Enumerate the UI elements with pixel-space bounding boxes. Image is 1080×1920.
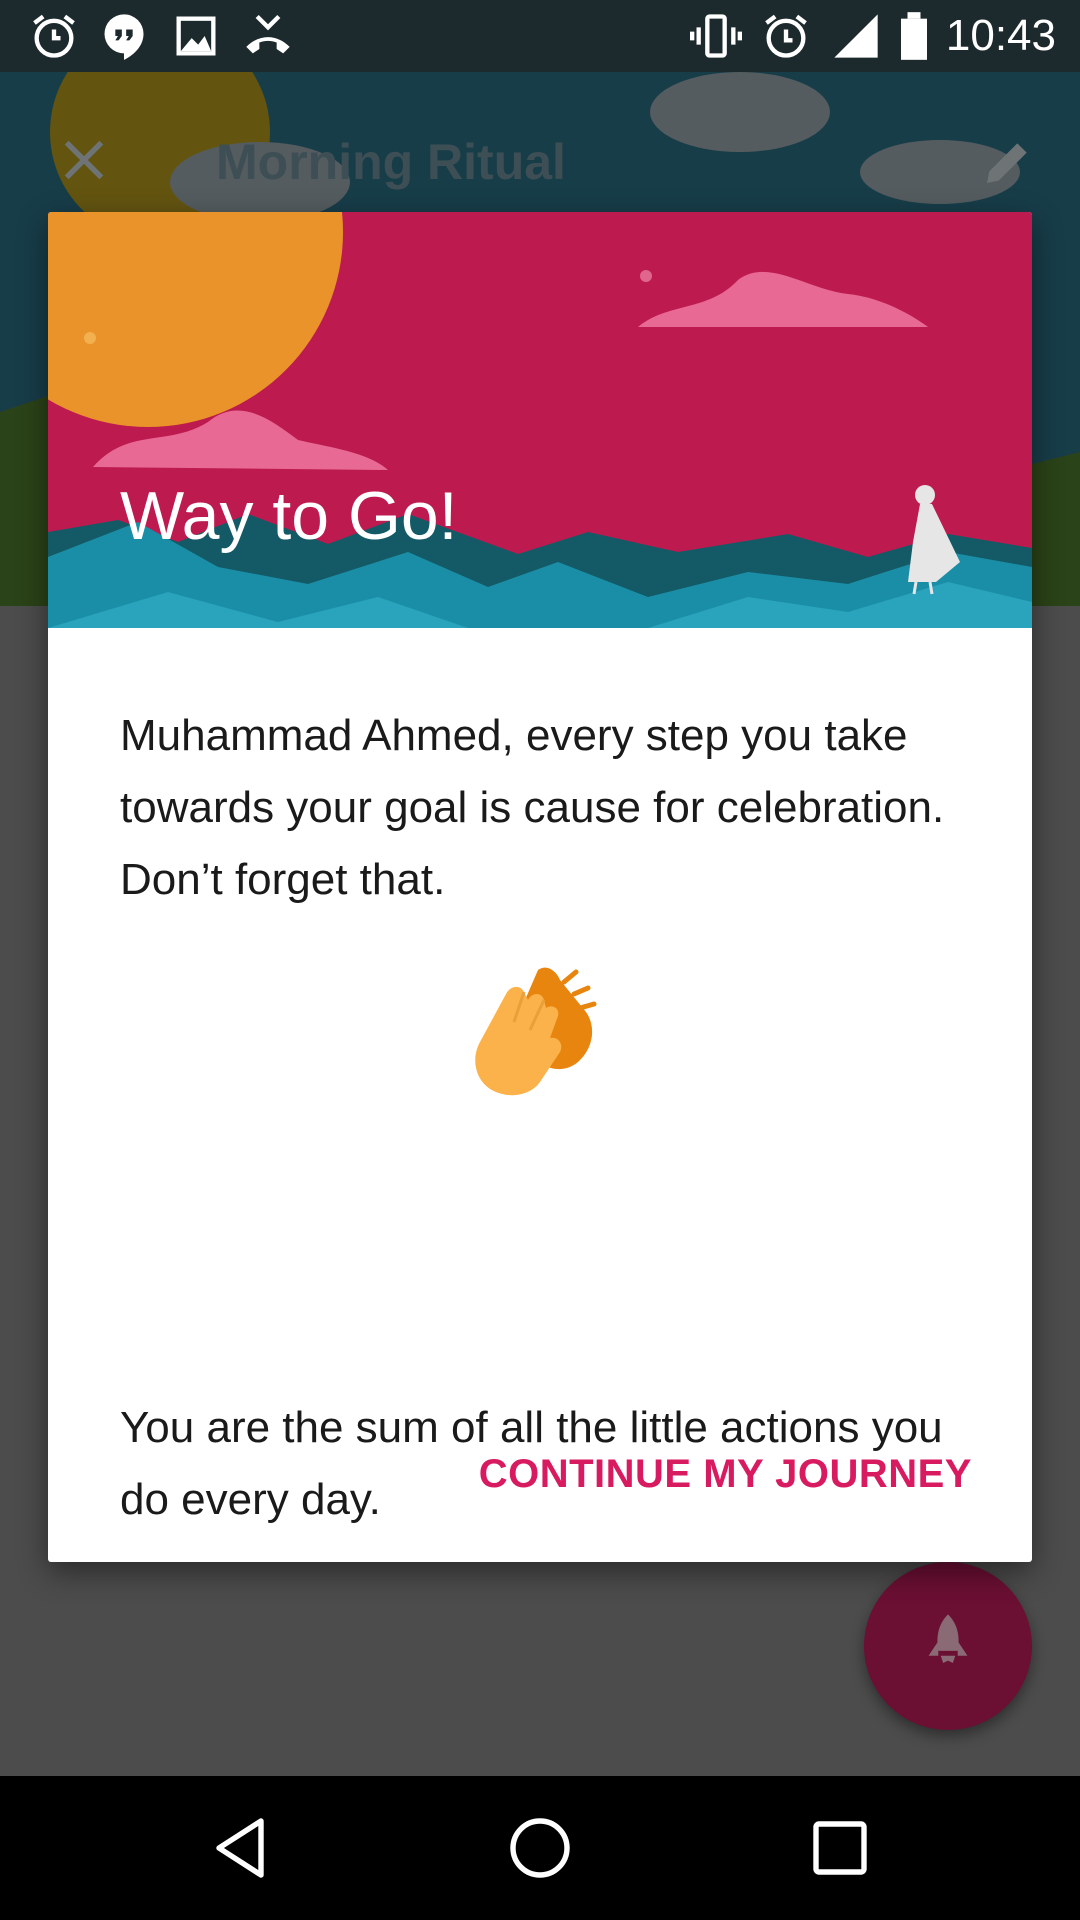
rocket-fab-button[interactable] <box>864 1562 1032 1730</box>
status-time: 10:43 <box>945 11 1056 60</box>
dialog-header: Way to Go! <box>48 212 1032 628</box>
celebration-dialog: Way to Go! Muhammad Ahmed, every step yo… <box>48 212 1032 1562</box>
home-icon[interactable] <box>504 1812 576 1884</box>
navigation-bar <box>0 1776 1080 1920</box>
continue-my-journey-button[interactable]: CONTINUE MY JOURNEY <box>479 1444 972 1504</box>
dialog-message: Muhammad Ahmed, every step you take towa… <box>120 711 945 904</box>
hangouts-icon <box>104 14 144 60</box>
recents-icon[interactable] <box>804 1812 876 1884</box>
dialog-title: Way to Go! <box>120 478 458 554</box>
dialog-header-illustration <box>48 212 1032 628</box>
back-icon[interactable] <box>204 1812 276 1884</box>
alarm-clock-icon <box>33 14 75 58</box>
alarm-icon <box>765 14 807 58</box>
vibrate-icon <box>690 14 742 58</box>
screen: 10:43 Morning Ritual Way to Go! Muhammad… <box>0 0 1080 1920</box>
rocket-icon <box>928 1614 968 1663</box>
clapping-hands-icon <box>475 967 597 1096</box>
signal-icon <box>834 14 878 58</box>
battery-icon <box>901 12 927 60</box>
status-bar: 10:43 <box>0 0 1080 72</box>
image-icon <box>176 16 216 56</box>
missed-call-icon <box>246 14 290 54</box>
